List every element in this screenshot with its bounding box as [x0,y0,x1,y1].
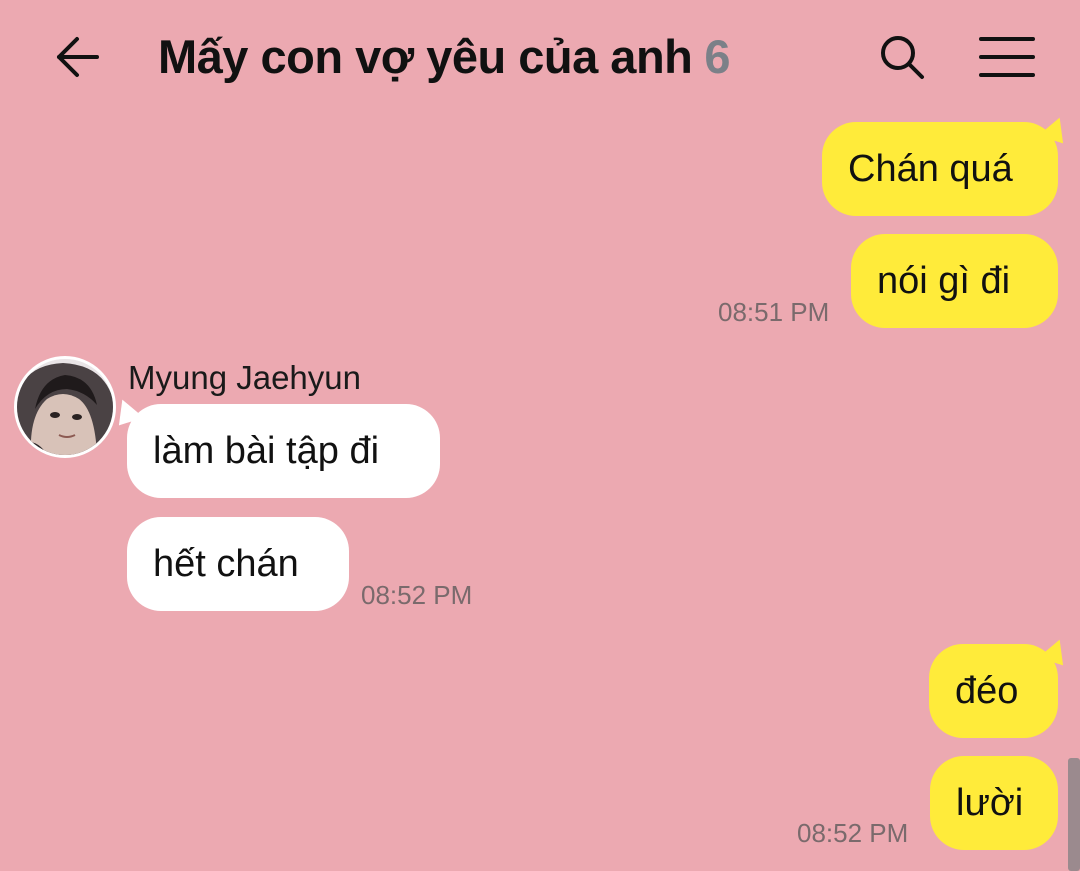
chat-title-text: Mấy con vợ yêu của anh [158,30,693,83]
chat-header: Mấy con vợ yêu của anh 6 [0,0,1080,112]
message-timestamp: 08:52 PM [361,580,473,610]
chat-title: Mấy con vợ yêu của anh 6 [158,28,731,86]
avatar[interactable] [14,356,116,458]
my-message-bubble[interactable]: lười [930,756,1058,850]
profile-photo [17,359,113,455]
member-count: 6 [704,30,731,83]
search-icon [881,36,924,79]
message-timestamp: 08:51 PM [718,297,830,327]
message-text: nói gì đi [877,260,1011,302]
message-text: hết chán [153,543,299,585]
message-text: đéo [955,670,1019,712]
my-message-bubble[interactable]: nói gì đi [851,234,1058,328]
message-timestamp: 08:52 PM [797,818,909,848]
back-button[interactable] [48,28,106,86]
their-message-bubble[interactable]: hết chán [127,517,349,611]
arrow-left-icon [57,37,99,77]
message-text: Chán quá [848,148,1013,190]
sender-name: Myung Jaehyun [128,359,361,396]
their-message-bubble[interactable]: làm bài tập đi [127,404,440,498]
scrollbar[interactable] [1068,758,1080,871]
message-text: lười [956,782,1024,824]
message-text: làm bài tập đi [153,430,380,472]
my-message-bubble[interactable]: Chán quá [822,122,1058,216]
hamburger-menu-icon [979,37,1035,77]
search-button[interactable] [872,28,932,86]
menu-button[interactable] [976,28,1038,86]
